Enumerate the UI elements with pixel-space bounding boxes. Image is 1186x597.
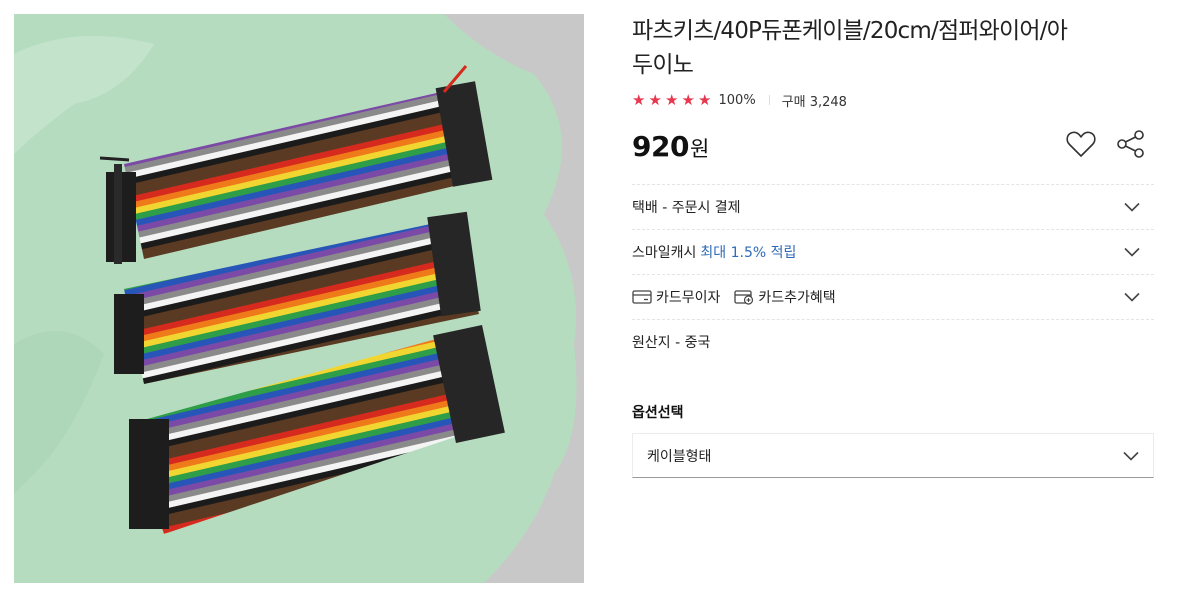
card-icon <box>632 290 652 304</box>
card-installment-label: 카드무이자 <box>656 290 721 306</box>
star-icon: ★ <box>681 90 695 109</box>
share-icon[interactable] <box>1116 129 1146 159</box>
chevron-down-icon <box>1123 451 1139 461</box>
card-benefit[interactable]: 카드추가혜택 <box>734 287 836 307</box>
chevron-down-icon[interactable] <box>1124 244 1140 260</box>
price-unit: 원 <box>689 137 710 161</box>
smilecash-row[interactable]: 스마일캐시 최대 1.5% 적립 <box>632 229 1154 274</box>
card-plus-icon <box>734 290 754 305</box>
product-title: 파츠키츠/40P듀폰케이블/20cm/점퍼와이어/아 두이노 <box>632 14 1154 82</box>
card-installment[interactable]: 카드무이자 <box>632 287 720 307</box>
smilecash-highlight: 최대 1.5% 적립 <box>700 245 797 261</box>
delivery-row[interactable]: 택배 - 주문시 결제 <box>632 184 1154 229</box>
star-icon: ★ <box>698 90 712 109</box>
option-title: 옵션선택 <box>632 405 684 421</box>
star-icon: ★ <box>665 90 679 109</box>
purchase-count: 구매 3,248 <box>781 94 847 110</box>
star-icon: ★ <box>632 90 646 109</box>
smilecash-label: 스마일캐시 <box>632 245 697 261</box>
option-select[interactable]: 케이블형태 <box>632 433 1154 478</box>
rating-meta: ★ ★ ★ ★ ★ 100% 구매 3,248 <box>632 90 1154 110</box>
price-value: 920 <box>632 130 689 163</box>
card-benefit-label: 카드추가혜택 <box>758 290 836 306</box>
card-benefits-row[interactable]: 카드무이자 카드추가혜택 <box>632 274 1154 319</box>
delivery-text: 택배 - 주문시 결제 <box>632 200 741 216</box>
product-title-line1: 파츠키츠/40P듀폰케이블/20cm/점퍼와이어/아 <box>632 18 1068 44</box>
chevron-down-icon[interactable] <box>1124 199 1140 215</box>
product-image-art <box>14 14 584 583</box>
heart-icon[interactable] <box>1065 129 1097 159</box>
price-row: 920 원 <box>632 126 1154 184</box>
price: 920 원 <box>632 130 709 163</box>
star-rating[interactable]: ★ ★ ★ ★ ★ <box>632 90 715 109</box>
product-info: 파츠키츠/40P듀폰케이블/20cm/점퍼와이어/아 두이노 ★ ★ ★ ★ ★… <box>632 14 1154 478</box>
chevron-down-icon[interactable] <box>1124 289 1140 305</box>
product-title-line2: 두이노 <box>632 52 694 78</box>
star-icon: ★ <box>648 90 662 109</box>
origin-row: 원산지 - 중국 <box>632 319 1154 364</box>
divider <box>768 95 770 105</box>
product-image[interactable] <box>14 14 584 583</box>
origin-text: 원산지 - 중국 <box>632 335 711 351</box>
option-select-value: 케이블형태 <box>647 448 712 465</box>
rating-percent[interactable]: 100% <box>719 93 756 108</box>
